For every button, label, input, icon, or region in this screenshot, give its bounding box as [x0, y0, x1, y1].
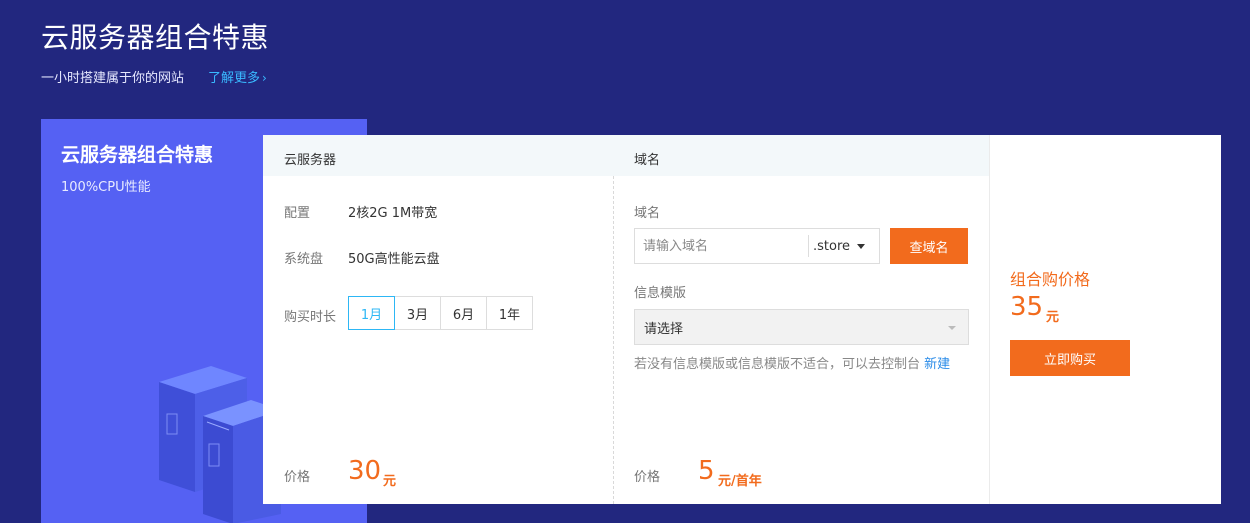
- disk-label: 系统盘: [284, 252, 324, 267]
- tld-separator: [808, 235, 809, 257]
- server-illustration-icon: [159, 366, 281, 523]
- domain-price: 5: [698, 456, 715, 486]
- disk-value: 50G高性能云盘: [348, 252, 440, 267]
- panel-header: 云服务器 域名: [263, 135, 989, 176]
- domain-column-header: 域名: [634, 153, 661, 168]
- tld-select[interactable]: .store: [813, 229, 877, 263]
- domain-field-label: 域名: [634, 206, 661, 221]
- domain-price-unit: 元/首年: [718, 474, 762, 489]
- duration-label: 购买时长: [284, 310, 337, 325]
- query-domain-button[interactable]: 查域名: [890, 228, 968, 264]
- page-subtitle: 一小时搭建属于你的网站: [41, 71, 185, 86]
- caret-down-icon: [948, 326, 956, 330]
- server-price: 30: [348, 456, 382, 486]
- domain-price-label: 价格: [634, 470, 661, 485]
- column-divider: [613, 176, 614, 504]
- server-price-unit: 元: [383, 474, 397, 489]
- combo-price-label: 组合购价格: [1010, 270, 1091, 289]
- combo-price-unit: 元: [1046, 310, 1060, 325]
- combo-divider: [989, 135, 990, 504]
- duration-option-3-months[interactable]: 3月: [394, 296, 441, 330]
- chevron-right-icon: ›: [262, 71, 267, 85]
- template-label: 信息模版: [634, 286, 687, 301]
- config-value: 2核2G 1M带宽: [348, 206, 438, 221]
- duration-selector: 1月 3月 6月 1年: [348, 296, 533, 330]
- promo-title: 云服务器组合特惠: [61, 144, 214, 166]
- domain-search-box: .store: [634, 228, 880, 264]
- create-template-link[interactable]: 新建: [924, 357, 950, 372]
- template-hint-text: 若没有信息模版或信息模版不适合，可以去控制台: [634, 357, 925, 372]
- server-column-header: 云服务器: [284, 153, 337, 168]
- config-label: 配置: [284, 206, 311, 221]
- server-price-label: 价格: [284, 470, 311, 485]
- template-select-value: 请选择: [644, 321, 684, 337]
- template-select[interactable]: 请选择: [634, 309, 969, 345]
- buy-now-button[interactable]: 立即购买: [1010, 340, 1130, 376]
- learn-more-link[interactable]: 了解更多 ›: [208, 67, 267, 86]
- caret-down-icon: [857, 243, 866, 249]
- template-hint: 若没有信息模版或信息模版不适合，可以去控制台 新建: [634, 354, 969, 375]
- domain-input[interactable]: [635, 229, 823, 263]
- duration-option-1-year[interactable]: 1年: [486, 296, 533, 330]
- product-panel: 云服务器 域名 配置 2核2G 1M带宽 系统盘 50G高性能云盘 购买时长 1…: [263, 135, 1221, 504]
- combo-price: 35: [1010, 292, 1044, 322]
- tld-value: .store: [813, 238, 851, 254]
- duration-option-6-months[interactable]: 6月: [440, 296, 487, 330]
- promo-subtitle: 100%CPU性能: [61, 180, 151, 195]
- duration-option-1-month[interactable]: 1月: [348, 296, 395, 330]
- learn-more-label: 了解更多: [208, 71, 261, 86]
- page-title: 云服务器组合特惠: [41, 21, 270, 54]
